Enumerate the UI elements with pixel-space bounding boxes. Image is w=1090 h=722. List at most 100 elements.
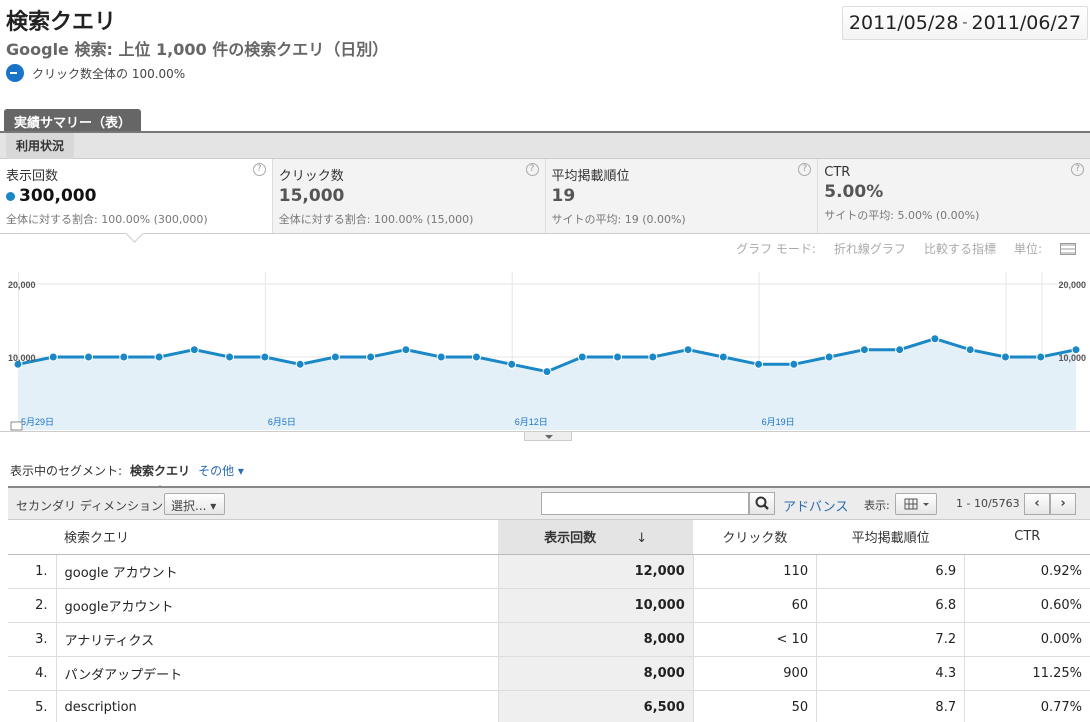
row-ctr: 0.00%	[964, 622, 1090, 657]
row-impressions: 10,000	[497, 588, 694, 623]
select-label: 選択...	[171, 499, 207, 513]
unit-table-icon[interactable]	[1060, 242, 1076, 255]
search-icon	[755, 496, 769, 510]
row-index: 2.	[8, 588, 56, 623]
date-separator: -	[962, 15, 968, 31]
y-tick-label-left: 20,000	[8, 280, 36, 290]
help-icon[interactable]: ?	[252, 163, 266, 176]
graph-mode-select[interactable]: 折れ線グラフ	[834, 240, 906, 257]
graph-mode-label: グラフ モード:	[736, 242, 816, 256]
chevron-left-icon: ‹	[1034, 496, 1040, 511]
chart-collapse-handle[interactable]	[524, 431, 572, 441]
metric-avg-position[interactable]: 平均掲載順位 19 サイトの平均: 19 (0.00%) ?	[545, 159, 819, 233]
metric-scorecards: 表示回数 300,000 全体に対する割合: 100.00% (300,000)…	[0, 159, 1090, 234]
help-icon[interactable]: ?	[525, 163, 539, 176]
query-table: 検索クエリ 表示回数 ↓ クリック数 平均掲載順位 CTR 1. google アカ…	[8, 520, 1090, 722]
segment-other-label: その他	[198, 464, 235, 478]
row-query[interactable]: google アカウント	[55, 554, 498, 589]
display-label: 表示:	[864, 499, 890, 512]
metric-label: クリック数	[278, 169, 344, 184]
data-point	[1000, 352, 1010, 362]
segment-active[interactable]: 検索クエリ	[130, 462, 190, 491]
metric-sub: サイトの平均: 5.00% (0.00%)	[824, 209, 980, 222]
data-point	[189, 345, 199, 355]
data-point	[84, 352, 94, 362]
metric-ctr[interactable]: CTR 5.00% サイトの平均: 5.00% (0.00%) ?	[818, 159, 1090, 233]
col-query[interactable]: 検索クエリ	[56, 520, 498, 555]
subtab-row: 利用状況	[0, 133, 1090, 159]
row-impressions: 6,500	[497, 690, 694, 722]
table-row[interactable]: 2. googleアカウント 10,000 60 6.8 0.60%	[8, 588, 1090, 623]
table-header-row: 検索クエリ 表示回数 ↓ クリック数 平均掲載順位 CTR	[8, 520, 1090, 555]
data-point	[295, 359, 305, 369]
row-index: 5.	[8, 690, 56, 722]
row-index: 1.	[8, 554, 56, 589]
col-avg-position[interactable]: 平均掲載順位	[816, 520, 965, 555]
col-ctr[interactable]: CTR	[964, 520, 1090, 555]
data-point	[507, 359, 517, 369]
x-tick-label: 5月29日	[21, 417, 54, 427]
row-query[interactable]: パンダアップデート	[55, 656, 498, 691]
row-ctr: 0.77%	[964, 690, 1090, 722]
data-point	[542, 367, 552, 377]
data-point	[754, 359, 764, 369]
row-query[interactable]: googleアカウント	[55, 588, 498, 623]
row-clicks: 60	[692, 588, 817, 623]
col-impressions-label: 表示回数	[544, 531, 597, 547]
row-clicks: 110	[692, 554, 817, 589]
grid-icon	[904, 498, 929, 510]
row-avg-position: 8.7	[816, 690, 965, 722]
row-query[interactable]: アナリティクス	[55, 622, 498, 657]
subtab-usage[interactable]: 利用状況	[6, 133, 75, 159]
secondary-dimension-select[interactable]: 選択... ▾	[164, 493, 225, 515]
data-point	[789, 359, 799, 369]
row-avg-position: 7.2	[816, 622, 965, 657]
table-row[interactable]: 3. アナリティクス 8,000 < 10 7.2 0.00%	[8, 622, 1090, 657]
date-range-picker[interactable]: 2011/05/28 - 2011/06/27	[841, 6, 1088, 40]
prev-page-button[interactable]: ‹	[1024, 493, 1050, 515]
data-point	[613, 352, 623, 362]
row-clicks: 900	[692, 656, 817, 691]
secondary-dimension-label: セカンダリ ディメンション:	[16, 499, 168, 513]
search-button[interactable]	[749, 492, 775, 515]
metric-impressions[interactable]: 表示回数 300,000 全体に対する割合: 100.00% (300,000)…	[0, 159, 273, 233]
row-avg-position: 4.3	[816, 656, 965, 691]
data-point	[154, 352, 164, 362]
metric-clicks[interactable]: クリック数 15,000 全体に対する割合: 100.00% (15,000) …	[272, 159, 546, 233]
row-ctr: 11.25%	[964, 656, 1090, 691]
row-impressions: 12,000	[497, 554, 694, 589]
metric-label: 平均掲載順位	[551, 169, 630, 184]
data-point	[119, 352, 129, 362]
data-point	[260, 352, 270, 362]
data-point	[401, 345, 411, 355]
row-ctr: 0.92%	[964, 554, 1090, 589]
segment-row: 表示中のセグメント: 検索クエリ その他 ▾	[10, 462, 244, 491]
y-tick-label-left: 10,000	[8, 353, 36, 363]
segment-other-link[interactable]: その他 ▾	[198, 462, 244, 479]
impressions-chart: 20,000 20,000 10,000 10,000 5月29日 6月5日 6月12日 6月…	[8, 272, 1086, 431]
table-row[interactable]: 5. description 6,500 50 8.7 0.77%	[8, 690, 1090, 722]
view-mode-select[interactable]	[895, 493, 937, 515]
data-point	[648, 352, 658, 362]
advanced-filter-link[interactable]: アドバンス	[783, 496, 848, 515]
chevron-right-icon: ›	[1060, 496, 1066, 511]
data-point	[930, 334, 940, 344]
sort-desc-icon: ↓	[636, 531, 648, 547]
table-search-input[interactable]	[541, 492, 749, 515]
segment-label: 表示中のセグメント:	[10, 464, 123, 478]
annotation-icon	[10, 421, 23, 431]
compare-metric-link[interactable]: 比較する指標	[924, 240, 996, 257]
metric-value: 15,000	[278, 186, 345, 206]
col-impressions[interactable]: 表示回数 ↓	[498, 520, 694, 555]
help-icon[interactable]: ?	[1071, 163, 1084, 176]
col-clicks[interactable]: クリック数	[693, 520, 817, 555]
tab-summary-table[interactable]: 実績サマリー（表）	[4, 109, 142, 131]
next-page-button[interactable]: ›	[1050, 493, 1076, 515]
y-tick-label-right: 10,000	[1058, 353, 1086, 363]
table-row[interactable]: 4. パンダアップデート 8,000 900 4.3 11.25%	[8, 656, 1090, 691]
table-row[interactable]: 1. google アカウント 12,000 110 6.9 0.92%	[8, 554, 1090, 589]
graph-options: グラフ モード: 折れ線グラフ 比較する指標 単位:	[736, 240, 1076, 257]
row-query[interactable]: description	[55, 690, 498, 722]
data-point	[366, 352, 376, 362]
segment-pie-icon	[6, 64, 24, 82]
